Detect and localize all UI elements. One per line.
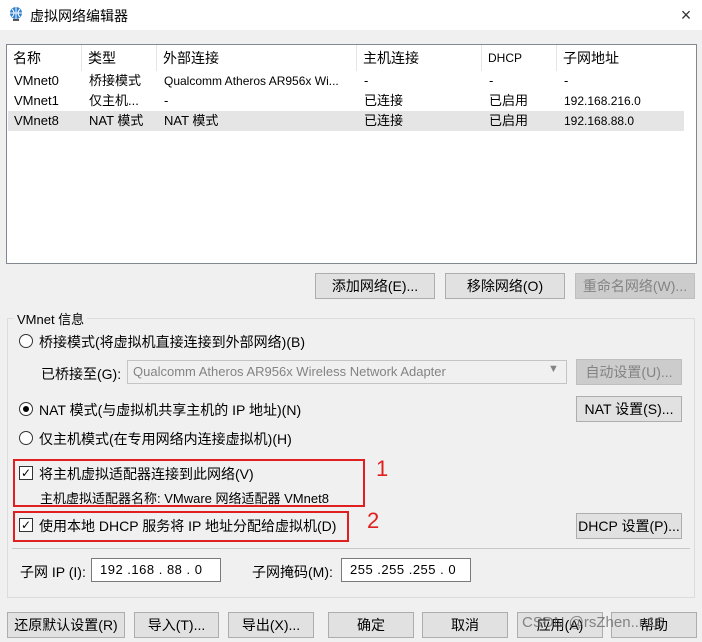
- adapter-name-text: 主机虚拟适配器名称: VMware 网络适配器 VMnet8: [40, 491, 329, 506]
- annotation-number-1: 1: [376, 456, 389, 481]
- subnet-ip-field[interactable]: 192 .168 . 88 . 0: [91, 558, 221, 582]
- column-header-external[interactable]: 外部连接: [157, 45, 357, 71]
- use-dhcp-checkbox[interactable]: ✓: [19, 518, 33, 532]
- separator: [12, 548, 690, 549]
- cell-external: Qualcomm Atheros AR956x Wi...: [164, 74, 339, 88]
- use-dhcp-label[interactable]: 使用本地 DHCP 服务将 IP 地址分配给虚拟机(D): [39, 516, 336, 536]
- subnet-ip-label: 子网 IP (I):: [20, 564, 86, 580]
- cancel-button[interactable]: 取消: [422, 612, 508, 638]
- cell-dhcp: 已启用: [489, 93, 529, 108]
- cell-type: 桥接模式: [89, 73, 142, 88]
- table-row[interactable]: VMnet0 桥接模式 Qualcomm Atheros AR956x Wi..…: [8, 71, 684, 91]
- network-list[interactable]: 名称 类型 外部连接 主机连接 DHCP 子网地址 VMnet0 桥接模式 Qu…: [6, 44, 697, 264]
- annotation-number-2: 2: [367, 508, 380, 533]
- nat-mode-label[interactable]: NAT 模式(与虚拟机共享主机的 IP 地址)(N): [39, 400, 301, 420]
- network-globe-icon: [10, 7, 22, 21]
- bridge-mode-radio[interactable]: [19, 334, 33, 348]
- watermark: CSDN @rsZhen..n16: [522, 614, 664, 631]
- ok-button[interactable]: 确定: [328, 612, 414, 638]
- column-header-host[interactable]: 主机连接: [357, 45, 482, 71]
- cell-host: 已连接: [364, 93, 404, 108]
- export-button[interactable]: 导出(X)...: [228, 612, 314, 638]
- column-header-type[interactable]: 类型: [82, 45, 157, 71]
- rename-network-button[interactable]: 重命名网络(W)...: [575, 273, 695, 299]
- cell-name: VMnet0: [14, 73, 59, 88]
- cell-subnet: 192.168.216.0: [564, 94, 641, 108]
- bridged-adapter-select[interactable]: Qualcomm Atheros AR956x Wireless Network…: [127, 360, 567, 384]
- cell-host: -: [364, 73, 369, 88]
- column-header-dhcp[interactable]: DHCP: [482, 45, 557, 71]
- restore-defaults-button[interactable]: 还原默认设置(R): [7, 612, 125, 638]
- import-button[interactable]: 导入(T)...: [134, 612, 219, 638]
- cell-host: 已连接: [364, 113, 404, 128]
- cell-external: -: [164, 93, 169, 108]
- cell-external: NAT 模式: [164, 113, 219, 128]
- dhcp-settings-button[interactable]: DHCP 设置(P)...: [576, 513, 682, 539]
- nat-mode-radio[interactable]: [19, 402, 33, 416]
- bridged-to-label: 已桥接至(G):: [41, 366, 122, 382]
- subnet-mask-label: 子网掩码(M):: [252, 564, 333, 580]
- table-row-selected[interactable]: VMnet8 NAT 模式 NAT 模式 已连接 已启用 192.168.88.…: [8, 111, 684, 131]
- subnet-mask-field[interactable]: 255 .255 .255 . 0: [341, 558, 471, 582]
- nat-settings-button[interactable]: NAT 设置(S)...: [576, 396, 682, 422]
- host-only-mode-label[interactable]: 仅主机模式(在专用网络内连接虚拟机)(H): [39, 429, 292, 449]
- cell-name: VMnet1: [14, 93, 59, 108]
- cell-subnet: -: [564, 73, 569, 88]
- cell-dhcp: 已启用: [489, 113, 529, 128]
- host-only-mode-radio[interactable]: [19, 431, 33, 445]
- bridge-mode-label[interactable]: 桥接模式(将虚拟机直接连接到外部网络)(B): [39, 332, 305, 352]
- connect-adapter-label[interactable]: 将主机虚拟适配器连接到此网络(V): [39, 464, 254, 484]
- connect-adapter-checkbox[interactable]: ✓: [19, 466, 33, 480]
- table-row[interactable]: VMnet1 仅主机... - 已连接 已启用 192.168.216.0: [8, 91, 684, 111]
- cell-type: 仅主机...: [89, 93, 139, 108]
- close-icon[interactable]: ×: [672, 2, 700, 28]
- cell-subnet: 192.168.88.0: [564, 114, 635, 128]
- column-header-subnet[interactable]: 子网地址: [557, 45, 684, 71]
- cell-dhcp: -: [489, 73, 494, 88]
- chevron-down-icon: ▼: [548, 363, 559, 375]
- column-header-name[interactable]: 名称: [7, 45, 82, 71]
- vmnet-info-label: VMnet 信息: [14, 309, 88, 328]
- cell-name: VMnet8: [14, 113, 59, 128]
- window-title: 虚拟网络编辑器: [30, 8, 128, 24]
- auto-settings-button[interactable]: 自动设置(U)...: [576, 359, 682, 385]
- add-network-button[interactable]: 添加网络(E)...: [315, 273, 435, 299]
- remove-network-button[interactable]: 移除网络(O): [445, 273, 565, 299]
- cell-type: NAT 模式: [89, 113, 144, 128]
